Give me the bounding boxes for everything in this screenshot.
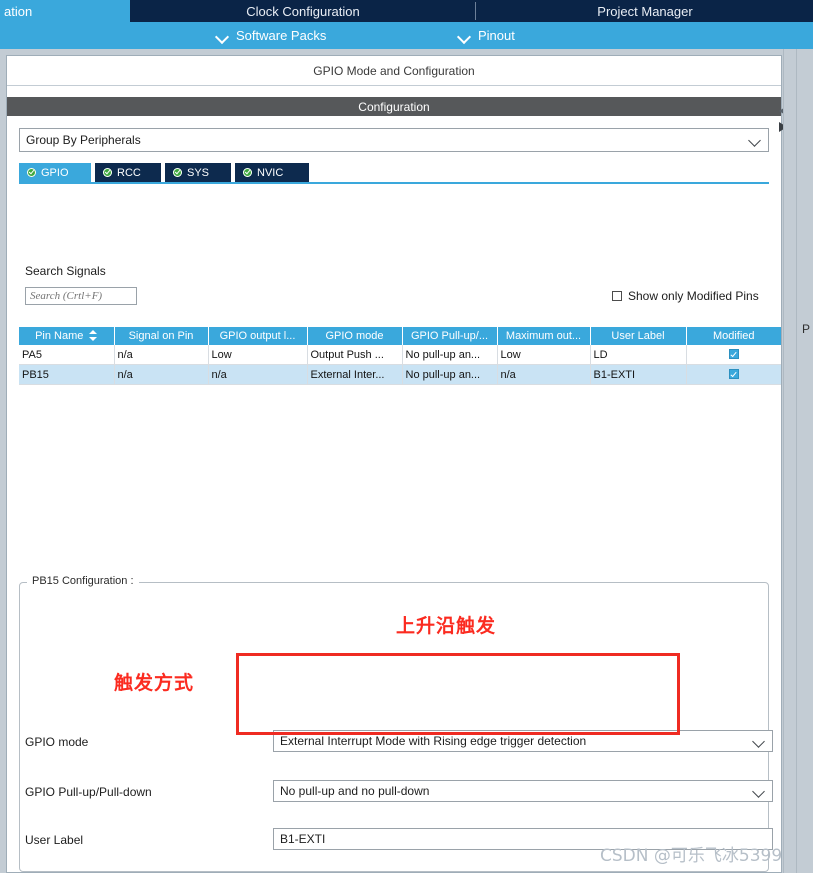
tab-clock-configuration[interactable]: Clock Configuration [131, 0, 475, 22]
cell-signal-on-pin: n/a [114, 364, 209, 385]
gpio-pull-value: No pull-up and no pull-down [280, 784, 430, 798]
column-header-maximum-output[interactable]: Maximum out... [497, 327, 591, 345]
column-header-user-label[interactable]: User Label [590, 327, 687, 345]
green-check-icon [27, 168, 36, 177]
tab-gpio[interactable]: GPIO [19, 163, 91, 182]
vertical-scrollbar[interactable] [783, 49, 797, 873]
cell-gpio-output-level: n/a [208, 364, 308, 385]
cell-maximum-output: n/a [497, 364, 591, 385]
cell-user-label: LD [590, 345, 687, 365]
main-tab-bar: ation Clock Configuration Project Manage… [0, 0, 813, 22]
green-check-icon [103, 168, 112, 177]
table-header-row: Pin Name Signal on Pin GPIO output l... … [19, 327, 781, 345]
cell-user-label: B1-EXTI [590, 364, 687, 385]
cell-gpio-mode: External Inter... [307, 364, 403, 385]
show-only-modified-pins-label: Show only Modified Pins [628, 289, 759, 303]
cell-signal-on-pin: n/a [114, 345, 209, 365]
tab-nvic[interactable]: NVIC [235, 163, 309, 182]
column-header-pin-name[interactable]: Pin Name [19, 327, 115, 345]
cell-gpio-output-level: Low [208, 345, 308, 365]
tab-rcc[interactable]: RCC [95, 163, 161, 182]
checkbox-icon [612, 291, 622, 301]
cell-maximum-output: Low [497, 345, 591, 365]
chevron-down-icon [216, 29, 230, 43]
cell-modified [686, 345, 781, 365]
peripheral-tab-bar: GPIO RCC SYS NVIC [19, 163, 769, 182]
cell-pin-name: PB15 [19, 364, 115, 385]
annotation-rising-edge: 上升沿触发 [396, 615, 497, 637]
chevron-down-icon [458, 29, 472, 43]
annotation-highlight-rectangle [236, 653, 680, 735]
tab-nvic-label: NVIC [257, 166, 284, 179]
gpio-pull-up-pull-down-label: GPIO Pull-up/Pull-down [25, 785, 152, 799]
checked-checkbox-icon[interactable] [728, 368, 739, 379]
panel-title-label: GPIO Mode and Configuration [313, 63, 475, 78]
sort-arrows-icon[interactable] [88, 330, 98, 341]
green-check-icon [243, 168, 252, 177]
annotation-trigger-mode: 触发方式 [114, 672, 195, 694]
checked-checkbox-icon[interactable] [728, 348, 739, 359]
configuration-section-label: Configuration [358, 99, 430, 114]
menu-pinout[interactable]: Pinout [458, 22, 515, 49]
group-by-dropdown[interactable]: Group By Peripherals [19, 128, 769, 152]
menu-pinout-label: Pinout [478, 28, 515, 43]
tab-project-manager-label: Project Manager [597, 3, 693, 19]
chevron-down-icon [748, 731, 772, 751]
gpio-mode-label: GPIO mode [25, 735, 89, 749]
pin-configuration-groupbox-title: PB15 Configuration : [27, 575, 139, 587]
tab-sys-label: SYS [187, 166, 210, 179]
cell-pin-name: PA5 [19, 345, 115, 365]
chevron-down-icon [744, 129, 768, 151]
column-header-gpio-mode[interactable]: GPIO mode [307, 327, 403, 345]
chevron-down-icon [748, 781, 772, 801]
table-row[interactable]: PA5 n/a Low Output Push ... No pull-up a… [19, 345, 781, 365]
gpio-pull-up-pull-down-dropdown[interactable]: No pull-up and no pull-down [273, 780, 773, 802]
tab-pinout-and-configuration[interactable]: ation [0, 0, 130, 22]
show-only-modified-pins-checkbox[interactable]: Show only Modified Pins [612, 289, 759, 303]
search-input[interactable] [25, 287, 137, 305]
column-header-gpio-pull-up-down[interactable]: GPIO Pull-up/... [402, 327, 498, 345]
search-signals-label: Search Signals [25, 264, 106, 278]
peripheral-tab-underline [19, 182, 769, 184]
group-by-value: Group By Peripherals [26, 133, 141, 147]
watermark: CSDN @可乐飞冰5399 [600, 846, 783, 866]
table-row[interactable]: PB15 n/a n/a External Inter... No pull-u… [19, 364, 781, 385]
column-header-gpio-output-level[interactable]: GPIO output l... [208, 327, 308, 345]
sub-tool-bar: Software Packs Pinout [0, 22, 813, 49]
tab-clock-configuration-label: Clock Configuration [246, 3, 360, 19]
pin-configuration-table: Pin Name Signal on Pin GPIO output l... … [19, 327, 781, 385]
cell-gpio-mode: Output Push ... [307, 345, 403, 365]
green-check-icon [173, 168, 182, 177]
cell-gpio-pull-up-down: No pull-up an... [402, 364, 498, 385]
gpio-configuration-panel: GPIO Mode and Configuration Configuratio… [6, 55, 782, 873]
panel-title: GPIO Mode and Configuration [7, 56, 781, 86]
tab-project-manager[interactable]: Project Manager [477, 0, 813, 22]
cell-gpio-pull-up-down: No pull-up an... [402, 345, 498, 365]
tab-gpio-label: GPIO [41, 166, 69, 179]
menu-software-packs-label: Software Packs [236, 28, 327, 43]
content-area: GPIO Mode and Configuration Configuratio… [0, 49, 813, 873]
menu-software-packs[interactable]: Software Packs [216, 22, 326, 49]
tab-rcc-label: RCC [117, 166, 141, 179]
tab-divider [475, 2, 476, 20]
column-header-pin-name-label: Pin Name [35, 330, 84, 342]
gpio-mode-value: External Interrupt Mode with Rising edge… [280, 734, 587, 748]
clipped-edge-text: P [802, 322, 811, 336]
user-label-label: User Label [25, 833, 84, 847]
tab-pinout-and-configuration-label: ation [4, 3, 33, 19]
configuration-section-header: Configuration [7, 97, 781, 116]
column-header-modified[interactable]: Modified [686, 327, 781, 345]
column-header-signal-on-pin[interactable]: Signal on Pin [114, 327, 209, 345]
tab-sys[interactable]: SYS [165, 163, 231, 182]
cell-modified [686, 364, 781, 385]
